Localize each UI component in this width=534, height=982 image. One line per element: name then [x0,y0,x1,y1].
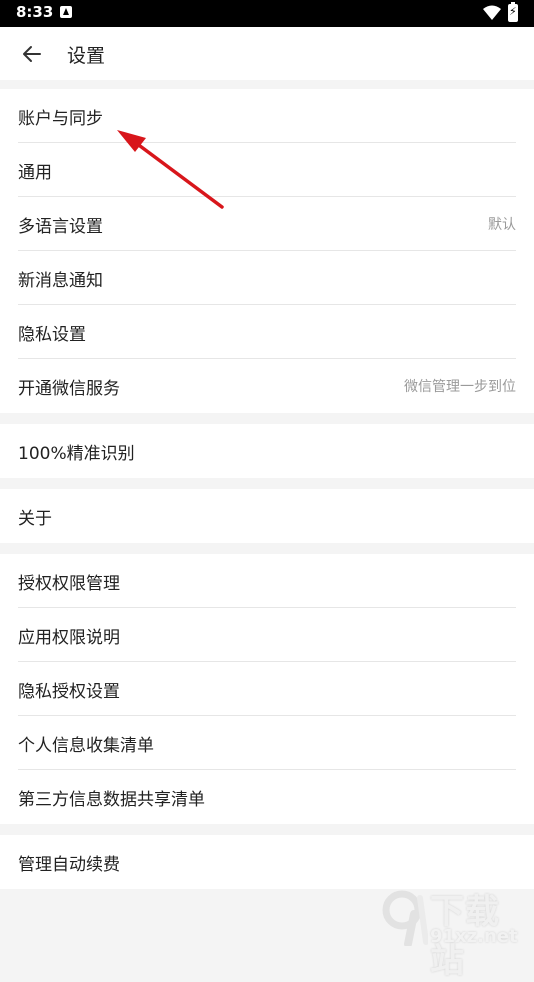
setting-permission-management[interactable]: 授权权限管理 [0,554,534,608]
settings-group-permissions: 授权权限管理 应用权限说明 隐私授权设置 个人信息收集清单 第三方信息数据共享清… [0,554,534,824]
setting-label: 隐私授权设置 [18,682,120,702]
watermark-logo-icon [382,890,428,946]
setting-label: 应用权限说明 [18,628,120,648]
setting-label: 100%精准识别 [18,444,135,464]
setting-permission-description[interactable]: 应用权限说明 [0,608,534,662]
settings-group-general: 账户与同步 通用 多语言设置 默认 新消息通知 隐私设置 开通微信服务 微信管理… [0,89,534,413]
app-header: 设置 [0,27,534,80]
setting-about[interactable]: 关于 [0,489,534,543]
setting-label: 账户与同步 [18,109,103,129]
setting-personal-info-list[interactable]: 个人信息收集清单 [0,716,534,770]
setting-label: 授权权限管理 [18,574,120,594]
settings-group-recognition: 100%精准识别 [0,424,534,478]
setting-notifications[interactable]: 新消息通知 [0,251,534,305]
setting-label: 管理自动续费 [18,855,120,875]
setting-label: 通用 [18,163,52,183]
settings-group-subscription: 管理自动续费 [0,835,534,889]
battery-icon [508,2,518,22]
setting-language[interactable]: 多语言设置 默认 [0,197,534,251]
notification-icon [60,6,72,18]
setting-label: 多语言设置 [18,217,103,237]
setting-label: 开通微信服务 [18,379,120,399]
setting-label: 第三方信息数据共享清单 [18,790,205,810]
page-title: 设置 [67,45,106,67]
status-time: 8:33 [16,3,54,21]
wifi-icon [483,5,501,20]
setting-label: 个人信息收集清单 [18,736,154,756]
settings-group-about: 关于 [0,489,534,543]
setting-third-party-sharing-list[interactable]: 第三方信息数据共享清单 [0,770,534,824]
back-arrow-icon[interactable] [20,42,44,66]
setting-privacy[interactable]: 隐私设置 [0,305,534,359]
setting-accurate-recognition[interactable]: 100%精准识别 [0,424,534,478]
watermark: 下载站 91xz.net [380,884,530,981]
setting-privacy-authorization[interactable]: 隐私授权设置 [0,662,534,716]
setting-account-sync[interactable]: 账户与同步 [0,89,534,143]
setting-auto-renewal[interactable]: 管理自动续费 [0,835,534,889]
status-bar: 8:33 [0,0,534,27]
setting-label: 隐私设置 [18,325,86,345]
setting-value: 默认 [488,217,516,233]
setting-wechat-service[interactable]: 开通微信服务 微信管理一步到位 [0,359,534,413]
setting-label: 新消息通知 [18,271,103,291]
watermark-url: 91xz.net [430,926,518,947]
setting-general[interactable]: 通用 [0,143,534,197]
setting-label: 关于 [18,509,52,529]
setting-value: 微信管理一步到位 [404,379,516,395]
